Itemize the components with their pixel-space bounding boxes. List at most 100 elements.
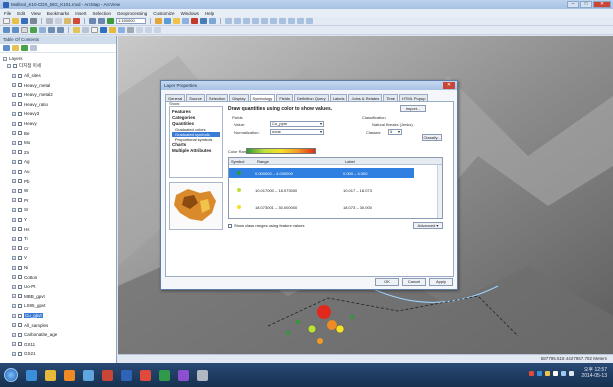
expand-icon[interactable]: + [12,217,16,222]
toc-layer-row[interactable]: + Uo-Pt [12,283,128,290]
import-button[interactable]: Import... [400,105,426,112]
class-row[interactable]: 0.000000 – 4.000000 0.000 – 4.000 [229,168,414,178]
python-icon[interactable] [200,18,207,24]
class-row[interactable]: 18.073001 – 30.000000 18.073 – 30.000 [229,202,414,212]
map-scale-input[interactable]: 1:150000 [116,18,146,24]
open-icon[interactable] [12,18,19,24]
fixed-zoom-icon[interactable] [39,27,46,33]
close-button[interactable]: ✕ [593,1,611,8]
advanced-button[interactable]: Advanced ▾ [413,222,443,229]
toc-layer-row[interactable]: + Heavy_metal2 [12,91,128,98]
list-by-visibility-icon[interactable] [21,45,28,51]
arctoolbox-icon[interactable] [191,18,198,24]
layer-tool-icon[interactable] [297,18,304,24]
sample-point[interactable] [307,324,317,334]
dialog-close-button[interactable]: ✕ [443,82,455,89]
app-task-icon[interactable] [159,369,170,381]
modelbuilder-icon[interactable] [209,18,216,24]
layer-checkbox[interactable] [18,169,22,174]
sample-point-small[interactable] [286,331,290,335]
layer-checkbox[interactable] [18,323,22,328]
table-icon[interactable] [164,18,171,24]
collapse-icon[interactable]: − [3,56,7,61]
range-column-header[interactable]: Range [255,158,343,164]
expand-icon[interactable]: + [12,246,16,251]
layer-checkbox[interactable] [18,246,22,251]
toc-layer-row[interactable]: + GS21 [12,350,128,357]
toc-layer-row[interactable]: + Ni [12,264,128,271]
pan-icon[interactable] [21,27,28,33]
menu-windows[interactable]: Windows [181,11,199,16]
network-icon[interactable] [561,370,567,376]
toc-layer-row[interactable]: + Zn [12,149,128,156]
class-table-scrollbar[interactable] [437,165,442,218]
identify-icon[interactable] [100,27,107,33]
normalization-select[interactable]: none [270,129,324,135]
expand-icon[interactable]: + [12,111,16,116]
cancel-button[interactable]: Cancel [402,278,426,286]
clear-selection-icon[interactable] [82,27,89,33]
sample-point-large[interactable] [317,305,331,319]
expand-icon[interactable]: + [12,198,16,203]
toc-layer-row[interactable]: + Heavy_metal [12,82,128,89]
layer-checkbox[interactable] [18,188,22,193]
media-player-icon[interactable] [64,369,75,381]
toc-layer-row[interactable]: + Heavy3 [12,110,128,117]
toc-layer-row[interactable]: + MBB_gpvt [12,293,128,300]
select-features-icon[interactable] [73,27,80,33]
expand-icon[interactable]: + [12,284,16,289]
explorer-icon[interactable] [45,369,56,381]
toc-layer-row[interactable]: + Pb [12,178,128,185]
app-task-icon[interactable] [178,369,189,381]
layer-checkbox[interactable] [18,207,22,212]
list-by-drawing-order-icon[interactable] [3,45,10,51]
toc-layer-row[interactable]: + All_sites [12,72,128,79]
layer-tool-icon[interactable] [279,18,286,24]
toc-layer-row[interactable]: + Pr [12,197,128,204]
full-extent-icon[interactable] [30,27,37,33]
apply-button[interactable]: Apply [429,278,453,286]
layer-checkbox[interactable] [18,255,22,260]
back-icon[interactable] [48,27,55,33]
clock[interactable]: 오후 12:57 2014-05-13 [581,367,607,379]
minimize-button[interactable]: – [567,1,579,8]
toc-layer-row[interactable]: + Au [12,168,128,175]
layer-tool-icon[interactable] [270,18,277,24]
layer-checkbox[interactable] [18,159,22,164]
expand-icon[interactable]: + [12,73,16,78]
print-icon[interactable] [30,18,37,24]
zoom-out-icon[interactable] [12,27,19,33]
layer-tool-icon[interactable] [252,18,259,24]
value-field-select[interactable]: Cu_ppm [270,121,324,127]
class-row[interactable]: 10.017000 – 18.073000 10.017 – 18.073 [229,185,414,195]
menu-file[interactable]: File [4,11,11,16]
show-item[interactable]: Multiple Attributes [172,148,220,154]
symbol-column-header[interactable]: Symbol [229,158,255,164]
layer-checkbox[interactable] [18,179,22,184]
layer-checkbox[interactable] [18,332,22,337]
xy-icon[interactable] [154,27,161,33]
cut-icon[interactable] [46,18,53,24]
menu-edit[interactable]: Edit [17,11,25,16]
toc-layer-row[interactable]: + W [12,187,128,194]
class-symbol-icon[interactable] [237,188,241,192]
layer-checkbox[interactable] [18,131,22,136]
menu-selection[interactable]: Selection [93,11,112,16]
toc-layer-row[interactable]: + Ti [12,235,128,242]
find-icon[interactable] [118,27,125,33]
expand-icon[interactable]: + [12,351,16,356]
toc-layer-row[interactable]: + Carbonatite_age [12,331,128,338]
menu-view[interactable]: View [31,11,41,16]
expand-icon[interactable]: + [12,255,16,260]
show-class-ranges-checkbox[interactable] [228,223,232,228]
expand-icon[interactable]: + [12,275,16,280]
delete-icon[interactable] [73,18,80,24]
measure-icon[interactable] [127,27,134,33]
expand-icon[interactable]: + [12,303,16,308]
layer-checkbox[interactable] [18,227,22,232]
menu-customize[interactable]: Customize [153,11,174,16]
hyperlink-icon[interactable] [109,27,116,33]
layer-checkbox[interactable] [13,63,17,68]
layer-checkbox[interactable] [18,217,22,222]
menu-insert[interactable]: Insert [75,11,86,16]
